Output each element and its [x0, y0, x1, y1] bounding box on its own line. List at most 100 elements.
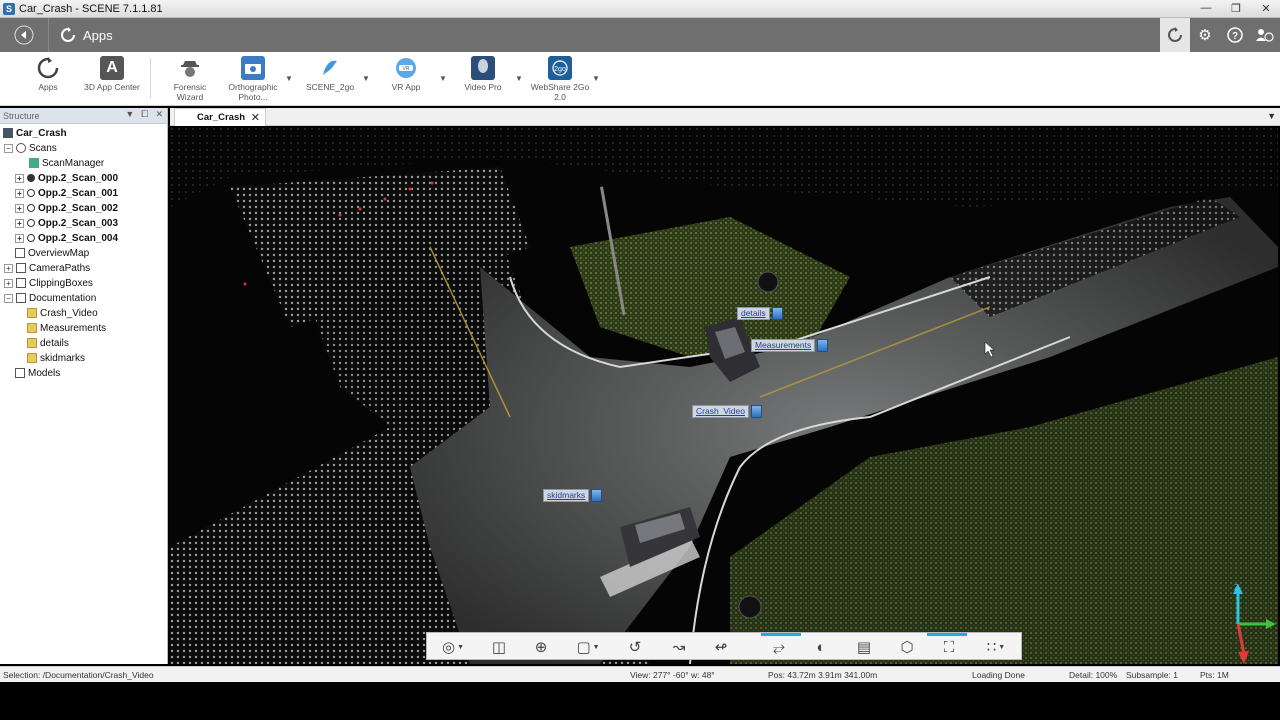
structure-panel: Structure ▼ ⧠ ✕ Car_Crash − Scans ScanMan…	[0, 108, 168, 664]
expand-icon[interactable]: +	[15, 218, 24, 228]
status-position: Pos: 43.72m 3.91m 341.00m	[768, 670, 878, 680]
3d-viewport[interactable]: details Measurements Crash_Video skidmar…	[170, 127, 1278, 664]
clipping-button[interactable]: ⥂	[767, 637, 791, 657]
chevron-down-icon[interactable]: ▼	[285, 74, 293, 83]
point-cloud-render	[170, 127, 1278, 664]
svg-text:?: ?	[1232, 31, 1238, 42]
view-layers-button[interactable]: ◫	[487, 637, 511, 657]
tree-node-details[interactable]: details	[27, 336, 69, 350]
back-button[interactable]	[12, 23, 36, 47]
account-icon[interactable]	[1250, 18, 1280, 52]
apps-ribbon-button[interactable]: Apps	[18, 56, 78, 92]
mirror-button[interactable]: ◐	[809, 637, 833, 657]
tree-node-models[interactable]: Models	[15, 366, 60, 380]
expand-icon[interactable]: +	[15, 233, 24, 243]
tree-node-camerapaths[interactable]: + CameraPaths	[4, 261, 90, 275]
rotate-button[interactable]: ↺	[623, 637, 647, 657]
tree-node-documentation[interactable]: − Documentation	[4, 291, 96, 305]
navigation-mode-button[interactable]: ◎ ▼	[437, 637, 469, 657]
expand-icon[interactable]: +	[15, 188, 24, 198]
zoom-button[interactable]: ⊕	[529, 637, 553, 657]
tab-menu-icon[interactable]: ▼	[1267, 111, 1276, 121]
tree-node-clippingboxes[interactable]: + ClippingBoxes	[4, 276, 93, 290]
measure-button[interactable]: ↝	[667, 637, 691, 657]
tree-node-measurements[interactable]: Measurements	[27, 321, 106, 335]
tree-node-overviewmap[interactable]: OverviewMap	[15, 246, 89, 260]
annotation-tag-crash-video[interactable]: Crash_Video	[692, 404, 762, 419]
box-icon: ⬡	[900, 639, 914, 656]
ribbon-separator	[150, 58, 151, 98]
box-button[interactable]: ⬡	[895, 637, 919, 657]
annotation-tag-skidmarks[interactable]: skidmarks	[543, 488, 603, 503]
forensic-wizard-button[interactable]: Forensic Wizard	[160, 56, 220, 102]
app-center-icon: A	[100, 56, 124, 80]
expand-icon[interactable]: +	[15, 203, 24, 213]
tag-marker-icon	[751, 405, 762, 418]
collapse-icon[interactable]: −	[4, 143, 13, 153]
maximize-icon[interactable]: ❐	[1228, 1, 1244, 15]
svg-text:2go: 2go	[554, 66, 566, 73]
sync-icon[interactable]	[1160, 18, 1190, 52]
pin-icon[interactable]: ⧠	[141, 109, 148, 120]
folder-icon	[27, 308, 37, 318]
tree-node-scan-002[interactable]: + Opp.2_Scan_002	[15, 201, 118, 215]
annotation-tag-measurements[interactable]: Measurements	[751, 338, 829, 353]
tree-node-scans[interactable]: − Scans	[4, 141, 57, 155]
camerapaths-icon	[16, 263, 26, 273]
status-subsample: Subsample: 1	[1126, 670, 1178, 680]
webshare-button[interactable]: 2go WebShare 2Go 2.0	[530, 56, 590, 102]
chevron-down-icon[interactable]: ▼	[515, 74, 523, 83]
grid-options-button[interactable]: ∷ ▼	[979, 637, 1013, 657]
folder-icon	[27, 338, 37, 348]
chevron-down-icon[interactable]: ▼	[592, 74, 600, 83]
orthographic-photo-button[interactable]: Orthographic Photo...	[223, 56, 283, 102]
tree-node-scan-003[interactable]: + Opp.2_Scan_003	[15, 216, 118, 230]
scan-icon	[27, 189, 35, 197]
svg-text:VR: VR	[403, 66, 410, 72]
clipping-icon: ⥂	[772, 638, 785, 656]
tab-car-crash[interactable]: Car_Crash ✕	[174, 108, 266, 126]
path-button[interactable]: ↫	[709, 637, 733, 657]
view-cube-button[interactable]: ▢ ▼	[572, 637, 604, 657]
panel-close-icon[interactable]: ✕	[155, 109, 163, 120]
3d-app-center-button[interactable]: A 3D App Center	[82, 56, 142, 92]
chevron-down-icon[interactable]: ▼	[362, 74, 370, 83]
status-selection: Selection: /Documentation/Crash_Video	[3, 670, 154, 680]
tree-node-scanmanager[interactable]: ScanManager	[29, 156, 104, 170]
expand-icon[interactable]: +	[4, 278, 13, 288]
fit-view-button[interactable]: ⛶	[937, 637, 961, 657]
gear-icon[interactable]: ⚙	[1190, 18, 1220, 52]
collapse-icon[interactable]: −	[4, 293, 13, 303]
minimize-icon[interactable]: —	[1198, 1, 1214, 15]
tree-node-skidmarks[interactable]: skidmarks	[27, 351, 85, 365]
measure-icon: ↝	[672, 639, 686, 656]
axis-gizmo-icon: Z	[1233, 583, 1276, 664]
apps-refresh-icon[interactable]	[59, 26, 77, 44]
expand-icon[interactable]: +	[15, 173, 24, 183]
help-icon[interactable]: ?	[1220, 18, 1250, 52]
chevron-down-icon[interactable]: ▼	[439, 74, 447, 83]
detective-icon	[178, 56, 202, 80]
video-pro-button[interactable]: Video Pro	[453, 56, 513, 92]
nav-bar: Apps ⚙ ?	[0, 18, 1280, 52]
grid-icon: ∷	[986, 639, 997, 656]
tree-node-scan-001[interactable]: + Opp.2_Scan_001	[15, 186, 118, 200]
tree-node-scan-004[interactable]: + Opp.2_Scan_004	[15, 231, 118, 245]
vr-headset-icon: VR	[394, 56, 418, 80]
window-title: Car_Crash - SCENE 7.1.1.81	[19, 2, 163, 15]
ribbon-toolbar: Apps A 3D App Center Forensic Wizard Ort…	[0, 52, 1280, 106]
scene2go-button[interactable]: SCENE_2go	[300, 56, 360, 92]
expand-icon[interactable]: +	[4, 263, 13, 273]
tab-close-icon[interactable]: ✕	[251, 111, 260, 124]
vr-app-button[interactable]: VR VR App	[376, 56, 436, 92]
cube-view-icon: ▢	[576, 639, 591, 656]
tree-node-scan-000[interactable]: + Opp.2_Scan_000	[15, 171, 118, 185]
tree-node-car-crash[interactable]: Car_Crash	[3, 126, 67, 140]
status-points: Pts: 1M	[1200, 670, 1229, 680]
panel-menu-icon[interactable]: ▼	[125, 109, 134, 120]
tree-node-crash-video[interactable]: Crash_Video	[27, 306, 98, 320]
webshare-icon: 2go	[548, 56, 572, 80]
section-button[interactable]: ▤	[852, 637, 876, 657]
close-icon[interactable]: ✕	[1258, 1, 1274, 15]
annotation-tag-details[interactable]: details	[737, 306, 783, 321]
